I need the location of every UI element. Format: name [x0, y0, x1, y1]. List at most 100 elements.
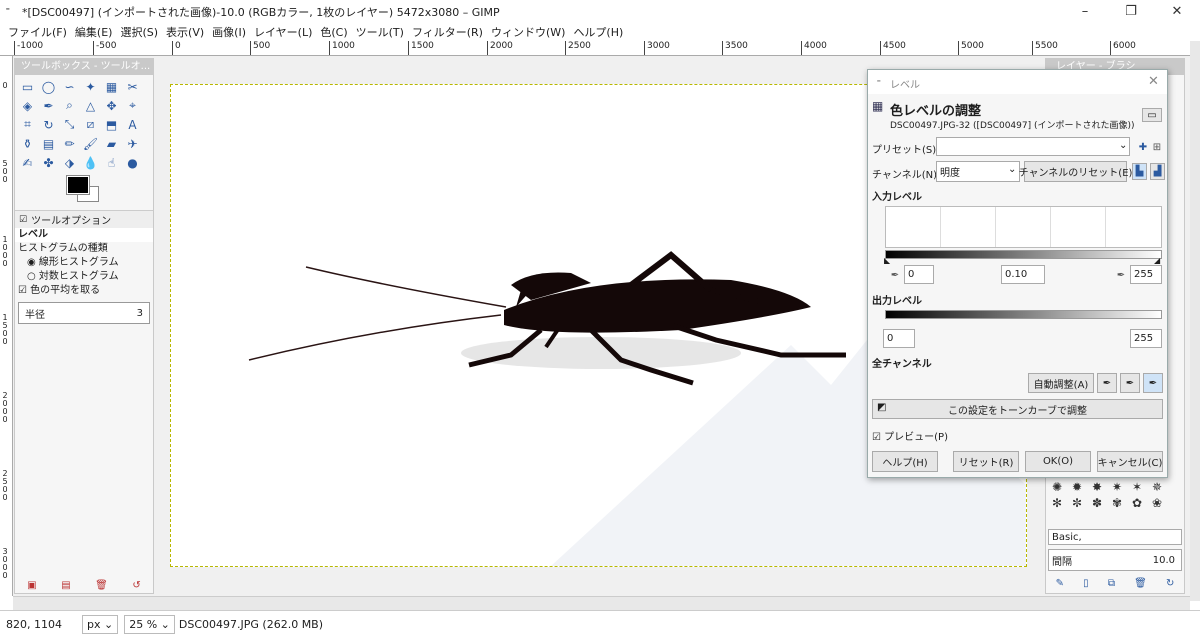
white-picker-icon[interactable]: ✒: [1143, 373, 1163, 393]
black-eyedropper-icon[interactable]: ✒: [888, 268, 902, 282]
rect-select-icon[interactable]: ▭: [17, 77, 38, 96]
output-gradient[interactable]: [885, 310, 1162, 319]
output-low-spinner[interactable]: 0: [883, 329, 915, 348]
free-select-icon[interactable]: ∽: [59, 77, 80, 96]
perspective-icon[interactable]: ⬒: [101, 115, 122, 134]
log-histogram-option[interactable]: ○ 対数ヒストグラム: [15, 270, 153, 284]
clone-icon[interactable]: ✤: [38, 153, 59, 172]
new-brush-icon[interactable]: ▯: [1083, 578, 1089, 589]
brush-icon[interactable]: ✺: [1048, 479, 1066, 495]
color-swatches[interactable]: [15, 174, 153, 210]
linear-histogram-option[interactable]: ◉ 線形ヒストグラム: [15, 256, 153, 270]
dialog-titlebar[interactable]: ⁃ レベル ✕: [868, 70, 1167, 94]
rotate-icon[interactable]: ↻: [38, 115, 59, 134]
dialog-close-icon[interactable]: ✕: [1148, 74, 1159, 89]
blur-icon[interactable]: 💧: [80, 153, 101, 172]
brush-icon[interactable]: ✽: [1088, 495, 1106, 511]
bucket-icon[interactable]: ⚱: [17, 134, 38, 153]
airbrush-icon[interactable]: ✈: [122, 134, 143, 153]
spacing-spinner[interactable]: 間隔 10.0: [1048, 549, 1182, 571]
unit-select[interactable]: px ⌄: [82, 614, 119, 634]
delete-options-icon[interactable]: 🗑: [95, 580, 108, 591]
brush-icon[interactable]: ✵: [1148, 479, 1166, 495]
white-point-handle[interactable]: ◢: [1154, 256, 1160, 265]
gray-picker-icon[interactable]: ✒: [1120, 373, 1140, 393]
align-icon[interactable]: ⌖: [122, 96, 143, 115]
menu-colors[interactable]: 色(C): [316, 24, 351, 40]
average-checkbox[interactable]: ☑ 色の平均を取る: [15, 284, 153, 298]
input-high-spinner[interactable]: 255: [1130, 265, 1162, 284]
brush-name-field[interactable]: Basic,: [1048, 529, 1182, 545]
menu-file[interactable]: ファイル(F): [4, 24, 71, 40]
edit-brush-icon[interactable]: ✎: [1056, 578, 1064, 589]
preview-checkbox[interactable]: ☑ プレビュー(P): [872, 428, 948, 443]
menu-select[interactable]: 選択(S): [116, 24, 162, 40]
brush-icon[interactable]: ✶: [1128, 479, 1146, 495]
horizontal-scrollbar[interactable]: [13, 596, 1190, 610]
preset-menu-icon[interactable]: ⊞: [1150, 140, 1164, 154]
close-button[interactable]: ✕: [1154, 0, 1200, 22]
color-select-icon[interactable]: ▦: [101, 77, 122, 96]
white-eyedropper-icon[interactable]: ✒: [1114, 268, 1128, 282]
shear-icon[interactable]: ⧄: [80, 115, 101, 134]
auto-button[interactable]: 自動調整(A): [1028, 373, 1094, 393]
text-icon[interactable]: A: [122, 115, 143, 134]
brush-icon[interactable]: ❀: [1148, 495, 1166, 511]
edit-as-curves-button[interactable]: ◩ この設定をトーンカーブで調整: [872, 399, 1163, 419]
save-options-icon[interactable]: ▣: [27, 580, 36, 591]
output-high-spinner[interactable]: 255: [1130, 329, 1162, 348]
log-histogram-icon[interactable]: ▟: [1150, 163, 1165, 180]
preset-dropdown[interactable]: [936, 137, 1130, 156]
reset-channel-button[interactable]: チャンネルのリセット(E): [1019, 161, 1132, 182]
delete-brush-icon[interactable]: 🗑: [1134, 578, 1147, 589]
black-picker-icon[interactable]: ✒: [1097, 373, 1117, 393]
ok-button[interactable]: OK(O): [1025, 451, 1091, 472]
brush-icon[interactable]: ✾: [1108, 495, 1126, 511]
minimize-button[interactable]: –: [1062, 0, 1108, 22]
chevron-down-icon[interactable]: ⌄: [1008, 164, 1016, 175]
brush-icon[interactable]: ✼: [1068, 495, 1086, 511]
gimp-icon[interactable]: ⁃: [5, 3, 11, 16]
paths-icon[interactable]: ✒: [38, 96, 59, 115]
linear-histogram-icon[interactable]: ▙: [1132, 163, 1147, 180]
brush-icon[interactable]: ✸: [1088, 479, 1106, 495]
restore-options-icon[interactable]: ▤: [61, 580, 70, 591]
maximize-button[interactable]: ❐: [1108, 0, 1154, 22]
menu-windows[interactable]: ウィンドウ(W): [487, 24, 569, 40]
dodge-burn-icon[interactable]: ●: [122, 153, 143, 172]
reset-button[interactable]: リセット(R): [953, 451, 1019, 472]
brush-grid[interactable]: ✺ ✹ ✸ ✷ ✶ ✵ ✻ ✼ ✽ ✾ ✿ ❀: [1048, 479, 1182, 511]
duplicate-brush-icon[interactable]: ⧉: [1108, 578, 1115, 589]
brush-icon[interactable]: 🖌: [80, 134, 101, 153]
brush-icon[interactable]: ✻: [1048, 495, 1066, 511]
ink-icon[interactable]: ✍: [17, 153, 38, 172]
crop-icon[interactable]: ⌗: [17, 115, 38, 134]
input-gradient[interactable]: [885, 250, 1162, 259]
brush-icon[interactable]: ✷: [1108, 479, 1126, 495]
foreground-select-icon[interactable]: ◈: [17, 96, 38, 115]
gradient-icon[interactable]: ▤: [38, 134, 59, 153]
brush-icon[interactable]: ✿: [1128, 495, 1146, 511]
horizontal-ruler[interactable]: -1000 -500 0 500 1000 1500 2000 2500 300…: [0, 41, 1190, 56]
menu-edit[interactable]: 編集(E): [71, 24, 117, 40]
brush-icon[interactable]: ✹: [1068, 479, 1086, 495]
menu-tools[interactable]: ツール(T): [352, 24, 408, 40]
perspective-clone-icon[interactable]: ⬗: [59, 153, 80, 172]
refresh-brushes-icon[interactable]: ↻: [1166, 578, 1174, 589]
vertical-ruler[interactable]: 0 5 0 0 1 0 0 0 1 5 0 0 2 0 0 0 2 5 0 0 …: [0, 56, 13, 596]
menu-view[interactable]: 表示(V): [162, 24, 208, 40]
foreground-color[interactable]: [67, 176, 89, 194]
menu-help[interactable]: ヘルプ(H): [569, 24, 627, 40]
add-preset-icon[interactable]: ✚: [1136, 140, 1150, 154]
chevron-down-icon[interactable]: ⌄: [1119, 140, 1127, 151]
dialog-menu-icon[interactable]: ⁃: [876, 75, 882, 88]
move-icon[interactable]: ✥: [101, 96, 122, 115]
help-button[interactable]: ヘルプ(H): [872, 451, 938, 472]
cancel-button[interactable]: キャンセル(C): [1097, 451, 1163, 472]
smudge-icon[interactable]: ☝: [101, 153, 122, 172]
menu-image[interactable]: 画像(I): [208, 24, 250, 40]
reset-options-icon[interactable]: ↺: [132, 580, 140, 591]
ellipse-select-icon[interactable]: ◯: [38, 77, 59, 96]
input-low-spinner[interactable]: 0: [904, 265, 934, 284]
scissors-icon[interactable]: ✂: [122, 77, 143, 96]
